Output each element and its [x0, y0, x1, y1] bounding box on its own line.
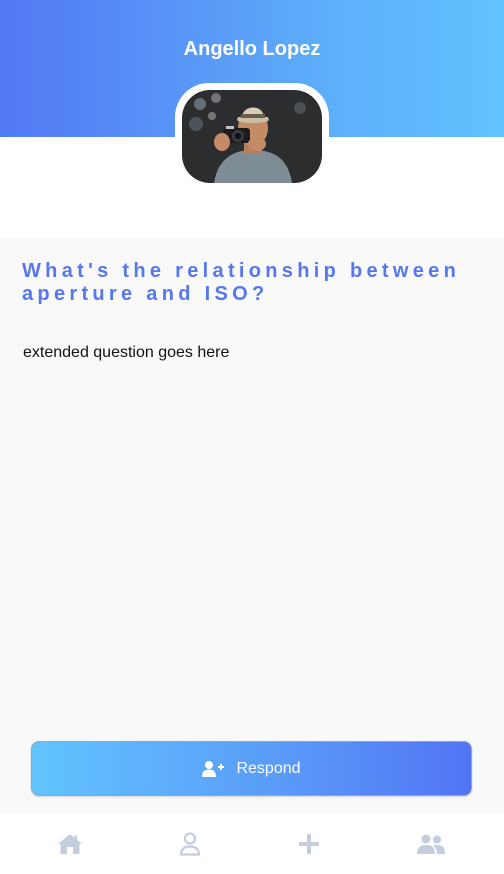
avatar-frame	[175, 83, 329, 190]
nav-add[interactable]	[289, 832, 329, 860]
users-icon	[416, 834, 446, 859]
question-title: What's the relationship between aperture…	[22, 260, 461, 305]
question-panel: What's the relationship between aperture…	[0, 238, 504, 814]
user-plus-icon	[202, 760, 225, 777]
respond-label: Respond	[236, 759, 301, 777]
question-body: extended question goes here	[23, 344, 230, 361]
avatar	[182, 90, 322, 183]
nav-community[interactable]	[411, 832, 451, 860]
nav-home[interactable]	[50, 832, 90, 860]
profile-name: Angello Lopez	[183, 38, 321, 60]
respond-button[interactable]: Respond	[31, 741, 472, 796]
home-icon	[57, 833, 83, 860]
nav-profile[interactable]	[170, 831, 210, 861]
user-icon	[179, 831, 201, 861]
bottom-nav	[0, 814, 504, 874]
plus-icon	[299, 833, 319, 859]
